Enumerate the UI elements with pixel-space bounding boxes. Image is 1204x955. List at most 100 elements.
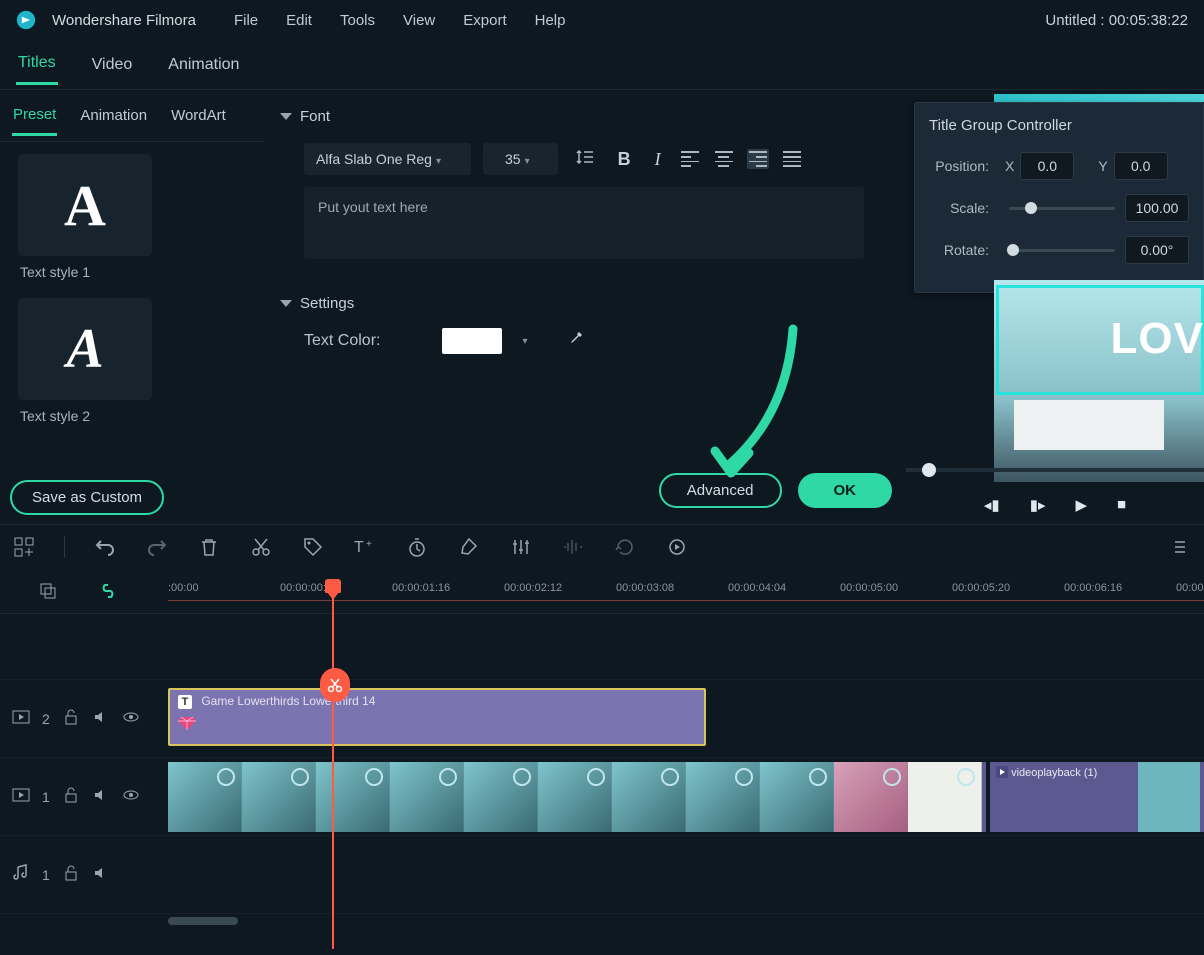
font-size-select[interactable]: 35▾: [483, 143, 558, 175]
tag-icon[interactable]: [301, 535, 325, 559]
visibility-icon[interactable]: [122, 708, 140, 729]
split-handle[interactable]: [320, 668, 350, 702]
loop-icon[interactable]: [665, 535, 689, 559]
playhead-handle[interactable]: [325, 579, 341, 593]
track-number: 1: [42, 789, 50, 805]
advanced-button[interactable]: Advanced: [659, 473, 782, 508]
caret-down-icon: [280, 113, 292, 120]
inspector-panel: Font Alfa Slab One Reg▾ 35▾ B I Put yout…: [264, 90, 906, 518]
preset-label-1: Text style 1: [20, 264, 246, 280]
scrubber-handle[interactable]: [922, 463, 936, 477]
position-y-input[interactable]: 0.0: [1114, 152, 1168, 180]
preview-viewport[interactable]: LOV: [994, 280, 1204, 482]
next-frame-button[interactable]: ▮▸: [1030, 496, 1046, 514]
playhead[interactable]: [332, 580, 334, 949]
align-right-button[interactable]: [747, 149, 769, 169]
italic-button[interactable]: I: [649, 145, 667, 174]
adjust-icon[interactable]: [509, 535, 533, 559]
undo-icon[interactable]: [93, 535, 117, 559]
scale-input[interactable]: 100.00: [1125, 194, 1189, 222]
eyedropper-icon[interactable]: [568, 331, 584, 352]
text-color-swatch[interactable]: [442, 328, 502, 354]
chevron-down-icon: ▾: [525, 156, 530, 167]
svg-text:+: +: [366, 539, 372, 550]
menu-help[interactable]: Help: [529, 10, 572, 31]
refresh-icon[interactable]: [613, 535, 637, 559]
link-icon[interactable]: [96, 579, 120, 603]
section-settings-label: Settings: [300, 295, 354, 312]
menu-export[interactable]: Export: [457, 10, 512, 31]
rotate-input[interactable]: 0.00°: [1125, 236, 1189, 264]
settings-icon[interactable]: [1168, 535, 1192, 559]
menu-edit[interactable]: Edit: [280, 10, 318, 31]
stopwatch-icon[interactable]: [405, 535, 429, 559]
subtab-preset[interactable]: Preset: [12, 96, 57, 136]
video-track-icon[interactable]: [12, 786, 30, 807]
audio-wave-icon[interactable]: [561, 535, 585, 559]
lock-icon[interactable]: [62, 864, 80, 885]
play-button[interactable]: ▶: [1075, 496, 1087, 514]
bold-button[interactable]: B: [612, 145, 637, 174]
stop-button[interactable]: ■: [1117, 496, 1126, 514]
menu-view[interactable]: View: [397, 10, 441, 31]
scale-slider[interactable]: [1009, 207, 1115, 210]
text-color-row: Text Color: ▾: [280, 320, 890, 362]
menu-tools[interactable]: Tools: [334, 10, 381, 31]
align-center-button[interactable]: [713, 149, 735, 169]
prev-frame-button[interactable]: ◂▮: [984, 496, 1000, 514]
section-settings-header[interactable]: Settings: [280, 287, 890, 320]
mute-icon[interactable]: [92, 786, 110, 807]
rotate-label: Rotate:: [929, 242, 999, 258]
video-track-icon[interactable]: [12, 708, 30, 729]
track-spacer: [0, 614, 1204, 680]
align-left-button[interactable]: [679, 149, 701, 169]
video-clip-2[interactable]: videoplayback (1): [990, 762, 1200, 832]
tab-titles[interactable]: Titles: [16, 44, 58, 85]
text-color-label: Text Color:: [304, 332, 380, 350]
rotate-slider[interactable]: [1009, 249, 1115, 252]
tab-animation[interactable]: Animation: [166, 46, 241, 84]
preset-item-2[interactable]: A: [18, 298, 152, 400]
menu-file[interactable]: File: [228, 10, 264, 31]
timeline-hscroll[interactable]: [0, 914, 1204, 928]
time-ruler[interactable]: :00:00 00:00:00:20 00:00:01:16 00:00:02:…: [168, 568, 1204, 613]
position-x-input[interactable]: 0.0: [1020, 152, 1074, 180]
lock-icon[interactable]: [62, 708, 80, 729]
ok-button[interactable]: OK: [798, 473, 893, 508]
preview-scrubber[interactable]: [906, 468, 1204, 472]
add-media-icon[interactable]: [12, 535, 36, 559]
title-clip[interactable]: T Game Lowerthirds Lowerthird 14: [168, 688, 706, 746]
cut-icon[interactable]: [249, 535, 273, 559]
align-justify-button[interactable]: [781, 149, 803, 169]
text-input[interactable]: Put yout text here: [304, 187, 864, 259]
preset-glyph: A: [64, 172, 106, 239]
track-number: 1: [42, 867, 50, 883]
chevron-down-icon[interactable]: ▾: [522, 336, 527, 347]
caret-down-icon: [280, 300, 292, 307]
delete-icon[interactable]: [197, 535, 221, 559]
primary-tabs: Titles Video Animation: [0, 40, 1204, 90]
preset-item-1[interactable]: A: [18, 154, 152, 256]
lock-icon[interactable]: [62, 786, 80, 807]
preset-glyph: A: [66, 317, 103, 381]
gem-icon: [178, 715, 196, 731]
paint-icon[interactable]: [457, 535, 481, 559]
mute-icon[interactable]: [92, 864, 110, 885]
subtab-wordart[interactable]: WordArt: [170, 97, 227, 134]
preset-list: A Text style 1 A Text style 2: [0, 142, 264, 454]
font-family-select[interactable]: Alfa Slab One Reg▾: [304, 143, 471, 175]
line-spacing-button[interactable]: [570, 144, 600, 175]
visibility-icon[interactable]: [122, 786, 140, 807]
text-add-icon[interactable]: T+: [353, 535, 377, 559]
audio-track-icon[interactable]: [12, 864, 30, 885]
save-as-custom-button[interactable]: Save as Custom: [10, 480, 164, 515]
preview-panel: Title Group Controller Position: X 0.0 Y…: [906, 90, 1204, 518]
title-clip-label: Game Lowerthirds Lowerthird 14: [201, 694, 375, 708]
duplicate-icon[interactable]: [36, 579, 60, 603]
scrollbar-handle[interactable]: [168, 917, 238, 925]
subtab-animation[interactable]: Animation: [79, 97, 148, 134]
section-font-header[interactable]: Font: [280, 100, 890, 133]
mute-icon[interactable]: [92, 708, 110, 729]
tab-video[interactable]: Video: [90, 46, 135, 84]
redo-icon[interactable]: [145, 535, 169, 559]
